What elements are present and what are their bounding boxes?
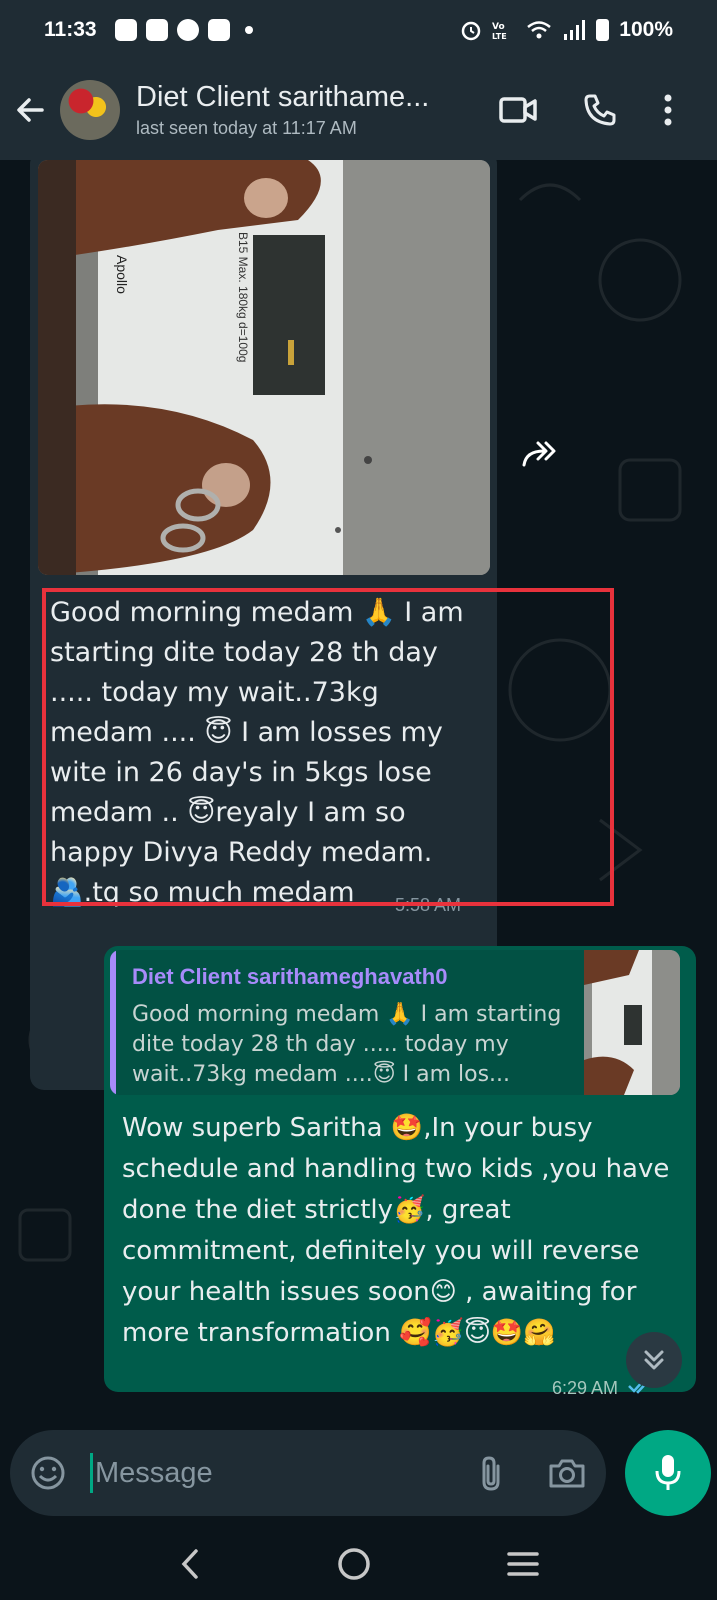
- double-chevron-down-icon: [644, 1350, 664, 1370]
- notification-icon: [207, 19, 230, 41]
- more-notifications-icon: [244, 26, 253, 34]
- notification-icon: [176, 19, 199, 41]
- scale-brand-label: Apollo: [114, 255, 130, 294]
- alarm-icon: [462, 21, 481, 41]
- phone-icon[interactable]: [583, 93, 617, 127]
- video-camera-icon[interactable]: [499, 96, 537, 124]
- signal-icon: [564, 20, 586, 40]
- notification-icon: [145, 19, 168, 41]
- scroll-to-bottom-button[interactable]: [626, 1332, 682, 1388]
- scale-photo[interactable]: Apollo B15 Max. 180kg d=100g: [38, 160, 490, 575]
- status-bar: 11:33 Vo LTE 100%: [0, 0, 717, 60]
- smiley-icon[interactable]: [30, 1455, 66, 1491]
- volte-icon: VoLTE: [492, 22, 507, 41]
- quoted-text: Good morning medam 🙏 I am starting dite …: [132, 1002, 562, 1087]
- chat-header: Diet Client sarithame... last seen today…: [0, 60, 717, 160]
- battery-level: 100%: [619, 18, 673, 41]
- microphone-icon: [655, 1455, 681, 1490]
- svg-text:LTE: LTE: [492, 32, 507, 41]
- nav-recents-icon[interactable]: [506, 1549, 540, 1579]
- contact-avatar[interactable]: [60, 80, 120, 140]
- arrow-left-icon: [17, 98, 44, 122]
- system-navigation-bar: [0, 1528, 717, 1600]
- kebab-menu-icon[interactable]: [663, 94, 673, 126]
- nav-home-icon[interactable]: [337, 1547, 371, 1581]
- back-button[interactable]: [0, 60, 60, 160]
- message-composer[interactable]: Message: [10, 1430, 606, 1516]
- wifi-icon: [527, 21, 552, 39]
- text-cursor: [90, 1453, 93, 1493]
- highlight-box: [42, 588, 614, 906]
- scale-spec-label: B15 Max. 180kg d=100g: [236, 232, 250, 363]
- outgoing-message-text: Wow superb Saritha 🤩,In your busy schedu…: [122, 1113, 670, 1348]
- quoted-photo-thumbnail: [584, 950, 680, 1095]
- status-time: 11:33: [44, 18, 97, 41]
- camera-icon[interactable]: [548, 1457, 586, 1489]
- contact-info[interactable]: Diet Client sarithame... last seen today…: [136, 81, 466, 139]
- battery-icon: [596, 19, 610, 41]
- last-seen: last seen today at 11:17 AM: [136, 118, 357, 138]
- svg-text:Vo: Vo: [492, 22, 505, 32]
- contact-name[interactable]: Diet Client sarithame...: [136, 81, 466, 114]
- voice-message-button[interactable]: [625, 1430, 711, 1516]
- outgoing-message-time: 6:29 AM: [552, 1378, 619, 1398]
- notification-icon: [114, 19, 137, 41]
- forward-icon: [522, 441, 556, 467]
- nav-back-icon[interactable]: [178, 1548, 202, 1580]
- quote-bar: [110, 950, 116, 1095]
- forward-button[interactable]: [520, 435, 560, 475]
- message-input[interactable]: Message: [95, 1457, 213, 1490]
- quoted-reply[interactable]: Diet Client sarithameghavath0 Good morni…: [110, 950, 680, 1095]
- chat-area[interactable]: Apollo B15 Max. 180kg d=100g Good mornin…: [0, 160, 717, 1428]
- scale-photo-image: [38, 160, 490, 575]
- paperclip-icon[interactable]: [478, 1454, 504, 1492]
- quoted-author: Diet Client sarithameghavath0: [132, 964, 448, 989]
